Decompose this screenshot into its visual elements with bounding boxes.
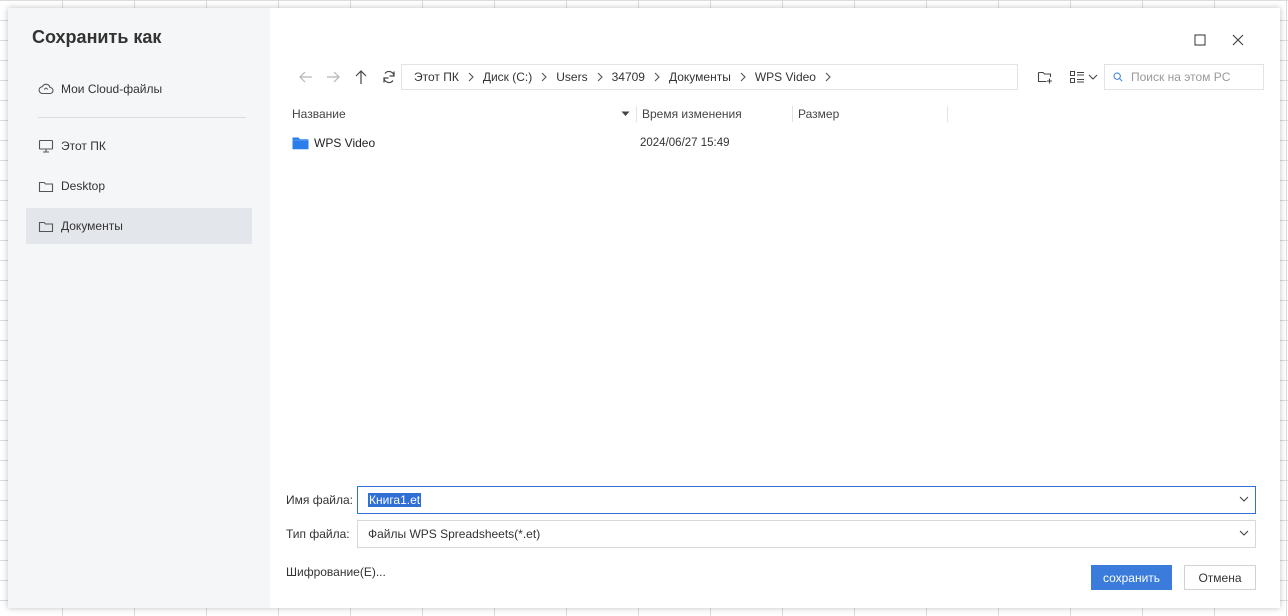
sidebar-item-this-pc[interactable]: Этот ПК bbox=[26, 128, 252, 164]
column-header-label: Размер bbox=[798, 107, 840, 121]
arrow-right-icon bbox=[327, 71, 340, 83]
chevron-right-icon bbox=[740, 72, 746, 82]
cloud-icon bbox=[38, 83, 54, 95]
breadcrumb: Этот ПК Диск (C:) Users 34709 Документы … bbox=[401, 64, 1018, 90]
breadcrumb-item[interactable]: Диск (C:) bbox=[483, 70, 532, 84]
refresh-icon bbox=[383, 70, 395, 84]
close-icon bbox=[1232, 34, 1244, 46]
search-input[interactable] bbox=[1129, 69, 1263, 85]
chevron-right-icon bbox=[541, 72, 548, 82]
breadcrumb-item[interactable]: Документы bbox=[669, 70, 731, 84]
filename-field[interactable]: Книга1.et bbox=[357, 486, 1256, 514]
file-name: WPS Video bbox=[314, 136, 376, 150]
column-divider[interactable] bbox=[792, 106, 793, 122]
sidebar-item-documents[interactable]: Документы bbox=[26, 208, 252, 244]
new-folder-icon bbox=[1037, 71, 1052, 84]
folder-icon bbox=[38, 221, 54, 232]
chevron-right-icon bbox=[597, 72, 603, 82]
filename-input[interactable]: Книга1.et bbox=[368, 493, 422, 507]
save-button[interactable]: сохранить bbox=[1091, 565, 1172, 590]
column-divider[interactable] bbox=[947, 106, 948, 122]
chevron-down-icon bbox=[1088, 74, 1097, 80]
monitor-icon bbox=[38, 139, 54, 153]
filetype-label: Тип файла: bbox=[286, 527, 350, 541]
back-button[interactable] bbox=[297, 68, 315, 86]
maximize-button[interactable] bbox=[1192, 32, 1208, 48]
dialog-title: Сохранить как bbox=[32, 27, 162, 47]
file-row[interactable]: WPS Video 2024/06/27 15:49 bbox=[292, 132, 992, 154]
arrow-up-icon bbox=[355, 70, 367, 84]
main-panel: Этот ПК Диск (C:) Users 34709 Документы … bbox=[270, 8, 1280, 608]
breadcrumb-item[interactable]: WPS Video bbox=[755, 70, 816, 84]
maximize-icon bbox=[1194, 34, 1206, 46]
cancel-button[interactable]: Отмена bbox=[1184, 565, 1256, 590]
chevron-down-icon[interactable] bbox=[1239, 495, 1249, 503]
file-modified: 2024/06/27 15:49 bbox=[640, 137, 730, 149]
sidebar-item-cloud-files[interactable]: Мои Cloud-файлы bbox=[26, 71, 252, 107]
new-folder-button[interactable] bbox=[1036, 68, 1054, 86]
file-name-cell: WPS Video bbox=[292, 136, 640, 150]
sidebar-item-label: Этот ПК bbox=[61, 139, 106, 153]
column-divider[interactable] bbox=[636, 106, 637, 122]
search-icon bbox=[1113, 72, 1123, 82]
filetype-select[interactable]: Файлы WPS Spreadsheets(*.et) bbox=[357, 520, 1256, 548]
save-as-dialog: Сохранить как Мои Cloud-файлы Этот ПК De… bbox=[8, 8, 1280, 608]
column-header-modified[interactable]: Время изменения bbox=[642, 106, 792, 122]
close-button[interactable] bbox=[1230, 32, 1246, 48]
breadcrumb-item[interactable]: Users bbox=[556, 70, 587, 84]
column-header-label: Время изменения bbox=[642, 107, 742, 121]
sort-down-icon bbox=[621, 111, 630, 116]
sidebar-item-label: Desktop bbox=[61, 179, 106, 193]
folder-icon bbox=[292, 137, 309, 150]
breadcrumb-item[interactable]: Этот ПК bbox=[414, 70, 459, 84]
search-box[interactable] bbox=[1104, 64, 1264, 90]
breadcrumb-item[interactable]: 34709 bbox=[612, 70, 645, 84]
up-button[interactable] bbox=[352, 68, 370, 86]
filetype-value: Файлы WPS Spreadsheets(*.et) bbox=[368, 527, 541, 541]
view-mode-button[interactable] bbox=[1067, 68, 1099, 86]
sidebar: Сохранить как Мои Cloud-файлы Этот ПК De… bbox=[8, 8, 270, 608]
sidebar-divider bbox=[38, 117, 246, 118]
folder-icon bbox=[38, 181, 54, 192]
column-header-size[interactable]: Размер bbox=[798, 106, 948, 122]
chevron-right-icon bbox=[468, 72, 474, 82]
column-header-name[interactable]: Название bbox=[292, 106, 632, 122]
column-header-label: Название bbox=[292, 107, 346, 121]
encryption-link[interactable]: Шифрование(E)... bbox=[286, 565, 386, 579]
list-view-icon bbox=[1069, 71, 1084, 83]
chevron-down-icon[interactable] bbox=[1239, 529, 1249, 537]
filename-label: Имя файла: bbox=[286, 493, 353, 507]
forward-button[interactable] bbox=[324, 68, 342, 86]
chevron-right-icon bbox=[654, 72, 660, 82]
sidebar-item-label: Мои Cloud-файлы bbox=[61, 82, 163, 96]
refresh-button[interactable] bbox=[380, 68, 398, 86]
sidebar-item-label: Документы bbox=[61, 219, 123, 233]
chevron-right-icon[interactable] bbox=[825, 72, 831, 82]
arrow-left-icon bbox=[299, 71, 312, 83]
sidebar-item-desktop[interactable]: Desktop bbox=[26, 168, 252, 204]
